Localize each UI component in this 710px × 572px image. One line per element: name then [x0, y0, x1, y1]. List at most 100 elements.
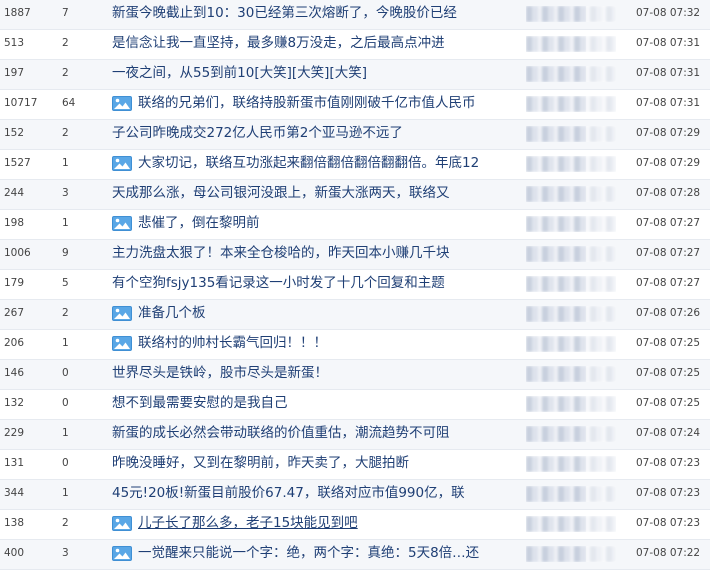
- author-name-blurred[interactable]: [526, 66, 616, 82]
- post-title-link[interactable]: 新蛋的成长必然会带动联络的价值重估，潮流趋势不可阻: [112, 420, 450, 447]
- author-name-blurred[interactable]: [526, 516, 616, 532]
- post-title[interactable]: 联络村的帅村长霸气回归！！！: [112, 330, 522, 357]
- author-name-blurred[interactable]: [526, 126, 616, 142]
- post-title-link[interactable]: 准备几个板: [138, 300, 206, 327]
- post-title-link[interactable]: 有个空狗fsjy135看记录这一小时发了十几个回复和主题: [112, 270, 445, 297]
- reply-count: 0: [62, 457, 69, 469]
- author-name-blurred[interactable]: [526, 336, 616, 352]
- post-time: 07-08 07:27: [636, 247, 701, 259]
- post-title-link[interactable]: 新蛋今晚截止到10：30已经第三次熔断了，今晚股价已经: [112, 0, 457, 27]
- post-title[interactable]: 主力洗盘太狠了！本来全仓梭哈的，昨天回本小赚几千块: [112, 240, 522, 267]
- author-name-blurred[interactable]: [526, 96, 616, 112]
- reply-count: 1: [62, 337, 69, 349]
- post-title-link[interactable]: 天成那么涨，母公司银河没跟上，新蛋大涨两天，联络又: [112, 180, 450, 207]
- list-item: 400 3 一觉醒来只能说一个字：绝，两个字：真绝：5天8倍…还 07-08 0…: [0, 540, 710, 570]
- post-time: 07-08 07:29: [636, 157, 701, 169]
- image-icon: [112, 216, 132, 231]
- read-count: 132: [4, 397, 25, 409]
- author-name-blurred[interactable]: [526, 186, 616, 202]
- list-item: 206 1 联络村的帅村长霸气回归！！！ 07-08 07:25: [0, 330, 710, 360]
- author-name-blurred[interactable]: [526, 486, 616, 502]
- post-time: 07-08 07:24: [636, 427, 701, 439]
- post-title-link[interactable]: 45元!20板!新蛋目前股价67.47，联络对应市值990亿，联: [112, 480, 465, 507]
- author-name-blurred[interactable]: [526, 456, 616, 472]
- post-time: 07-08 07:23: [636, 487, 701, 499]
- author-name-blurred[interactable]: [526, 306, 616, 322]
- post-title[interactable]: 是信念让我一直坚持，最多赚8万没走，之后最高点冲进: [112, 30, 522, 57]
- post-title[interactable]: 儿子长了那么多，老子15块能见到吧: [112, 510, 522, 537]
- list-item: 229 1 新蛋的成长必然会带动联络的价值重估，潮流趋势不可阻 07-08 07…: [0, 420, 710, 450]
- image-icon: [112, 516, 132, 531]
- post-title[interactable]: 新蛋的成长必然会带动联络的价值重估，潮流趋势不可阻: [112, 420, 522, 447]
- read-count: 198: [4, 217, 25, 229]
- post-title[interactable]: 昨晚没睡好，又到在黎明前，昨天卖了，大腿拍断: [112, 450, 522, 477]
- read-count: 206: [4, 337, 25, 349]
- image-icon: [112, 96, 132, 111]
- post-time: 07-08 07:25: [636, 367, 701, 379]
- read-count: 267: [4, 307, 25, 319]
- post-title-link[interactable]: 一夜之间，从55到前10[大笑][大笑][大笑]: [112, 60, 367, 87]
- author-name-blurred[interactable]: [526, 366, 616, 382]
- post-title[interactable]: 联络的兄弟们，联络持股新蛋市值刚刚破千亿市值人民币: [112, 90, 522, 117]
- post-title[interactable]: 想不到最需要安慰的是我自己: [112, 390, 522, 417]
- post-time: 07-08 07:26: [636, 307, 701, 319]
- author-name-blurred[interactable]: [526, 156, 616, 172]
- author-name-blurred[interactable]: [526, 36, 616, 52]
- post-time: 07-08 07:31: [636, 37, 701, 49]
- read-count: 146: [4, 367, 25, 379]
- reply-count: 1: [62, 427, 69, 439]
- post-time: 07-08 07:23: [636, 457, 701, 469]
- read-count: 1006: [4, 247, 31, 259]
- post-title-link[interactable]: 悲催了，倒在黎明前: [138, 210, 260, 237]
- post-title[interactable]: 一觉醒来只能说一个字：绝，两个字：真绝：5天8倍…还: [112, 540, 522, 567]
- post-time: 07-08 07:25: [636, 397, 701, 409]
- post-title[interactable]: 准备几个板: [112, 300, 522, 327]
- post-time: 07-08 07:27: [636, 277, 701, 289]
- post-title-link[interactable]: 主力洗盘太狠了！本来全仓梭哈的，昨天回本小赚几千块: [112, 240, 450, 267]
- post-time: 07-08 07:22: [636, 547, 701, 559]
- post-title[interactable]: 新蛋今晚截止到10：30已经第三次熔断了，今晚股价已经: [112, 0, 522, 27]
- read-count: 138: [4, 517, 25, 529]
- post-title-link[interactable]: 儿子长了那么多，老子15块能见到吧: [138, 510, 358, 537]
- author-name-blurred[interactable]: [526, 426, 616, 442]
- post-title[interactable]: 悲催了，倒在黎明前: [112, 210, 522, 237]
- author-name-blurred[interactable]: [526, 276, 616, 292]
- post-title[interactable]: 有个空狗fsjy135看记录这一小时发了十几个回复和主题: [112, 270, 522, 297]
- list-item: 132 0 想不到最需要安慰的是我自己 07-08 07:25: [0, 390, 710, 420]
- list-item: 138 2 儿子长了那么多，老子15块能见到吧 07-08 07:23: [0, 510, 710, 540]
- list-item: 198 1 悲催了，倒在黎明前 07-08 07:27: [0, 210, 710, 240]
- read-count: 179: [4, 277, 25, 289]
- post-title-link[interactable]: 昨晚没睡好，又到在黎明前，昨天卖了，大腿拍断: [112, 450, 409, 477]
- post-title-link[interactable]: 联络村的帅村长霸气回归！！！: [138, 330, 327, 357]
- author-name-blurred[interactable]: [526, 246, 616, 262]
- post-title[interactable]: 一夜之间，从55到前10[大笑][大笑][大笑]: [112, 60, 522, 87]
- read-count: 131: [4, 457, 25, 469]
- author-name-blurred[interactable]: [526, 216, 616, 232]
- read-count: 1887: [4, 7, 31, 19]
- post-title[interactable]: 世界尽头是铁岭，股市尽头是新蛋！: [112, 360, 522, 387]
- read-count: 197: [4, 67, 25, 79]
- reply-count: 2: [62, 307, 69, 319]
- list-item: 152 2 子公司昨晚成交272亿人民币第2个亚马逊不远了 07-08 07:2…: [0, 120, 710, 150]
- post-title[interactable]: 大家切记，联络互功涨起来翻倍翻倍翻倍翻翻倍。年底12: [112, 150, 522, 177]
- reply-count: 2: [62, 67, 69, 79]
- post-title-link[interactable]: 是信念让我一直坚持，最多赚8万没走，之后最高点冲进: [112, 30, 445, 57]
- post-time: 07-08 07:32: [636, 7, 701, 19]
- post-title[interactable]: 子公司昨晚成交272亿人民币第2个亚马逊不远了: [112, 120, 522, 147]
- list-item: 1527 1 大家切记，联络互功涨起来翻倍翻倍翻倍翻翻倍。年底12 07-08 …: [0, 150, 710, 180]
- post-title-link[interactable]: 大家切记，联络互功涨起来翻倍翻倍翻倍翻翻倍。年底12: [138, 150, 479, 177]
- post-title-link[interactable]: 一觉醒来只能说一个字：绝，两个字：真绝：5天8倍…还: [138, 540, 479, 567]
- list-item: 344 1 45元!20板!新蛋目前股价67.47，联络对应市值990亿，联 0…: [0, 480, 710, 510]
- image-icon: [112, 306, 132, 321]
- post-title-link[interactable]: 联络的兄弟们，联络持股新蛋市值刚刚破千亿市值人民币: [138, 90, 476, 117]
- list-item: 1006 9 主力洗盘太狠了！本来全仓梭哈的，昨天回本小赚几千块 07-08 0…: [0, 240, 710, 270]
- author-name-blurred[interactable]: [526, 6, 616, 22]
- post-title-link[interactable]: 想不到最需要安慰的是我自己: [112, 390, 288, 417]
- post-title-link[interactable]: 子公司昨晚成交272亿人民币第2个亚马逊不远了: [112, 120, 403, 147]
- post-title[interactable]: 45元!20板!新蛋目前股价67.47，联络对应市值990亿，联: [112, 480, 522, 507]
- author-name-blurred[interactable]: [526, 546, 616, 562]
- list-item: 10717 64 联络的兄弟们，联络持股新蛋市值刚刚破千亿市值人民币 07-08…: [0, 90, 710, 120]
- post-title-link[interactable]: 世界尽头是铁岭，股市尽头是新蛋！: [112, 360, 328, 387]
- post-title[interactable]: 天成那么涨，母公司银河没跟上，新蛋大涨两天，联络又: [112, 180, 522, 207]
- author-name-blurred[interactable]: [526, 396, 616, 412]
